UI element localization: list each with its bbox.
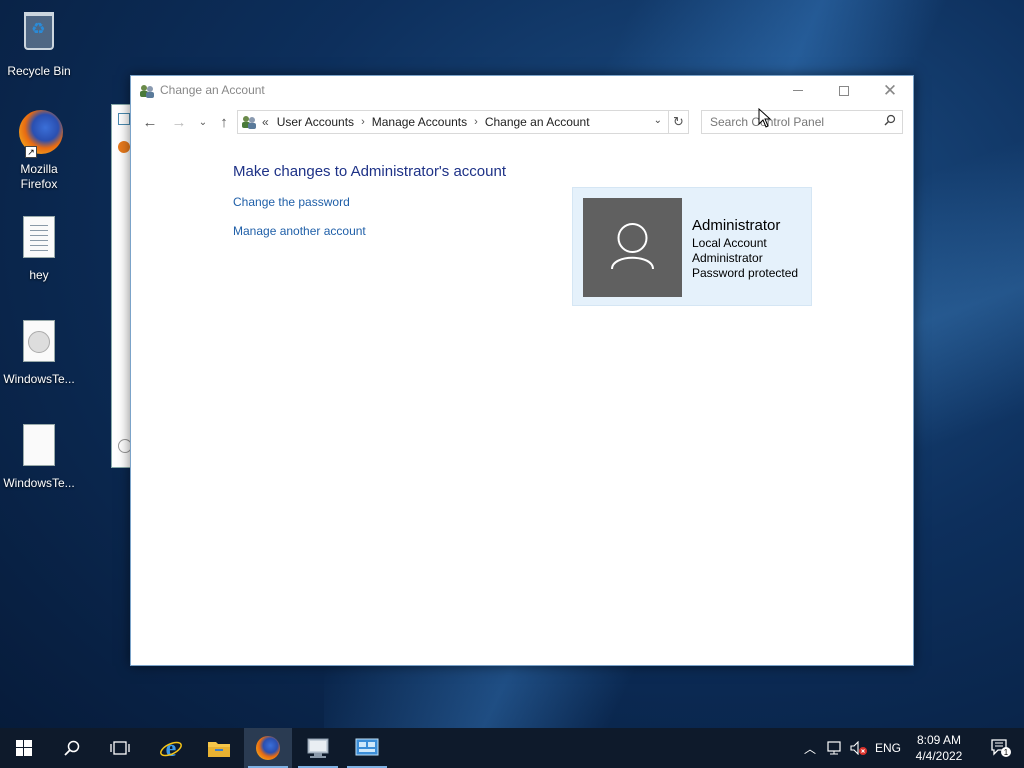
task-view-icon: [110, 741, 130, 755]
taskbar-firefox[interactable]: [244, 728, 292, 768]
manage-another-account-link[interactable]: Manage another account: [233, 224, 366, 238]
server-manager-icon: [307, 738, 329, 758]
mouse-cursor-icon: [758, 108, 772, 128]
desktop-icon-windowste-1[interactable]: WindowsTe...: [0, 320, 78, 387]
chevron-down-icon: ⌄: [198, 116, 208, 128]
search-input[interactable]: Search Control Panel: [701, 110, 903, 134]
user-accounts-icon: [140, 85, 154, 98]
start-button[interactable]: [0, 728, 48, 768]
content-pane: Make changes to Administrator's account …: [131, 136, 913, 665]
blank-file-icon: [23, 424, 55, 466]
account-card: Administrator Local Account Administrato…: [572, 187, 812, 306]
clock[interactable]: 8:09 AM 4/4/2022: [906, 732, 972, 764]
breadcrumb-separator-icon[interactable]: ›: [361, 116, 365, 128]
search-icon: [64, 740, 80, 756]
volume-muted-icon: [850, 741, 867, 755]
svg-text:e: e: [166, 736, 177, 760]
shortcut-arrow-icon: ↗: [25, 146, 37, 158]
desktop-icon-label: Mozilla Firefox: [20, 162, 58, 191]
refresh-button[interactable]: ↻: [669, 110, 689, 134]
minimize-icon: [793, 90, 803, 91]
control-panel-icon: [242, 116, 256, 129]
taskbar-server-manager[interactable]: [294, 728, 342, 768]
svg-text:1: 1: [1004, 748, 1009, 757]
desktop-icon-firefox[interactable]: ↗ Mozilla Firefox: [0, 110, 78, 192]
search-icon[interactable]: [884, 114, 896, 126]
volume-tray-button[interactable]: [848, 728, 870, 768]
arrow-left-icon: ←: [142, 113, 158, 131]
page-title: Make changes to Administrator's account: [233, 163, 507, 180]
account-name: Administrator: [692, 217, 781, 234]
action-center-button[interactable]: 1: [978, 728, 1024, 768]
breadcrumb-user-accounts[interactable]: User Accounts: [277, 115, 354, 129]
clock-time: 8:09 AM: [916, 733, 962, 747]
back-button[interactable]: ←: [139, 111, 161, 133]
desktop-icon-recycle-bin[interactable]: Recycle Bin: [0, 8, 78, 79]
address-dropdown-icon[interactable]: ⌄: [654, 115, 662, 126]
breadcrumb-overflow[interactable]: «: [262, 115, 269, 129]
breadcrumb-change-an-account[interactable]: Change an Account: [485, 115, 590, 129]
desktop-icon-windowste-2[interactable]: WindowsTe...: [0, 424, 78, 491]
desktop-icon-label: WindowsTe...: [3, 476, 75, 490]
firefox-icon: [256, 736, 280, 760]
desktop-icon-label: hey: [29, 268, 49, 282]
title-bar[interactable]: Change an Account ✕: [131, 76, 913, 105]
breadcrumb-manage-accounts[interactable]: Manage Accounts: [372, 115, 467, 129]
text-file-icon: [23, 216, 55, 258]
show-hidden-icons-button[interactable]: ︿: [800, 728, 820, 768]
address-bar[interactable]: « User Accounts › Manage Accounts › Chan…: [237, 110, 669, 134]
desktop-icon-label: WindowsTe...: [3, 372, 75, 386]
chevron-up-icon: ︿: [803, 741, 816, 756]
taskbar: e ︿ ENG 8:09 AM 4/4/2022 1: [0, 728, 1024, 768]
close-icon: ✕: [882, 80, 898, 100]
folder-icon: [208, 742, 230, 757]
internet-explorer-icon: e: [160, 736, 182, 760]
input-language-button[interactable]: ENG: [874, 728, 902, 768]
account-type: Local Account: [692, 236, 767, 250]
close-button[interactable]: ✕: [867, 76, 913, 105]
taskbar-file-explorer[interactable]: [195, 728, 243, 768]
notification-icon: 1: [991, 739, 1011, 757]
windows-logo-icon: [16, 740, 32, 756]
clock-date: 4/4/2022: [915, 749, 963, 763]
control-panel-window: Change an Account ✕ ← → ⌄ ↑ « User Accou…: [130, 75, 914, 666]
desktop-icon-label: Recycle Bin: [7, 64, 71, 78]
forward-button[interactable]: →: [168, 111, 190, 133]
arrow-up-icon: ↑: [220, 113, 228, 131]
minimize-button[interactable]: [775, 76, 821, 105]
account-password-status: Password protected: [692, 266, 799, 280]
taskbar-control-panel[interactable]: [343, 728, 391, 768]
account-role: Administrator: [692, 251, 763, 265]
refresh-icon: ↻: [673, 114, 684, 129]
maximize-button[interactable]: [821, 76, 867, 105]
control-panel-icon: [355, 738, 379, 756]
recent-locations-button[interactable]: ⌄: [192, 111, 214, 133]
desktop-icon-hey[interactable]: hey: [0, 216, 78, 283]
network-tray-button[interactable]: [824, 728, 846, 768]
taskbar-search-button[interactable]: [48, 728, 96, 768]
firefox-icon: [118, 141, 130, 153]
disc-image-file-icon: [23, 320, 55, 362]
navigation-bar: ← → ⌄ ↑ « User Accounts › Manage Account…: [131, 109, 913, 135]
window-icon: [118, 113, 130, 125]
maximize-icon: [839, 85, 849, 96]
network-icon: [827, 741, 841, 755]
arrow-right-icon: →: [171, 113, 187, 131]
window-title: Change an Account: [160, 83, 265, 97]
desktop: Recycle Bin ↗ Mozilla Firefox hey Window…: [0, 0, 1024, 728]
taskbar-internet-explorer[interactable]: e: [147, 728, 195, 768]
change-password-link[interactable]: Change the password: [233, 195, 350, 209]
up-button[interactable]: ↑: [213, 111, 235, 133]
avatar: [583, 198, 682, 297]
breadcrumb-separator-icon[interactable]: ›: [474, 116, 478, 128]
task-view-button[interactable]: [96, 728, 144, 768]
user-icon: [611, 223, 654, 270]
recycle-bin-icon: [24, 12, 54, 50]
